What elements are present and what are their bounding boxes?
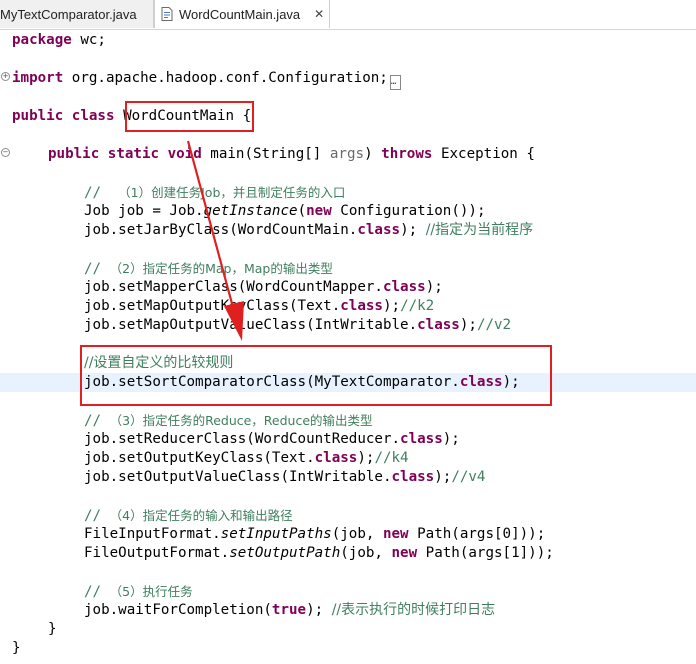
- close-tab-icon[interactable]: ✕: [314, 7, 324, 21]
- tab-label: WordCountMain.java: [179, 6, 301, 22]
- tab-label: MyTextComparator.java: [0, 6, 137, 22]
- tab-mytextcomparator[interactable]: MyTextComparator.java: [0, 0, 154, 28]
- editor-tab-bar: MyTextComparator.java WordCountMain.java…: [0, 0, 696, 30]
- annotation-arrow: [186, 140, 244, 341]
- tab-wordcountmain[interactable]: WordCountMain.java ✕: [154, 0, 330, 28]
- java-file-icon: [161, 7, 173, 21]
- code-editor[interactable]: + − package wc; import org.apache.hadoop…: [0, 29, 696, 664]
